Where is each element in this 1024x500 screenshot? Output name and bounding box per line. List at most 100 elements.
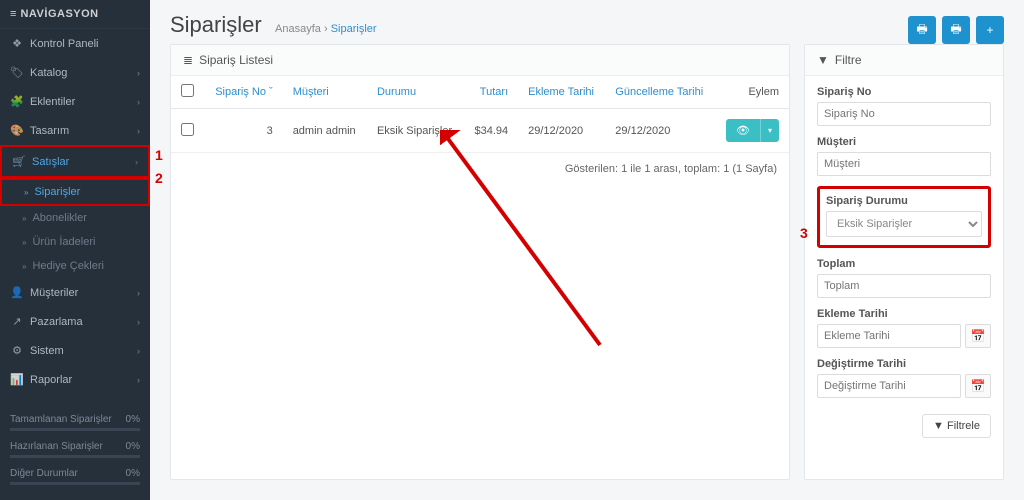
col-date-modified[interactable]: Güncelleme Tarihi bbox=[605, 76, 715, 109]
view-order-button[interactable]: 👁▾ bbox=[726, 119, 779, 142]
breadcrumb-home[interactable]: Anasayfa bbox=[275, 23, 321, 35]
nav-icon: 🧩 bbox=[10, 95, 24, 108]
shipping-button[interactable]: 🖶 bbox=[942, 16, 970, 44]
filter-date-modified-label: Değiştirme Tarihi bbox=[817, 358, 991, 370]
gauge: Tamamlanan Siparişler0% bbox=[10, 414, 140, 431]
nav-label: Sistem bbox=[30, 345, 64, 357]
nav-icon: ↗ bbox=[10, 315, 24, 328]
col-total[interactable]: Tutarı bbox=[464, 76, 518, 109]
col-action: Eylem bbox=[715, 76, 789, 109]
pagination-summary: Gösterilen: 1 ile 1 arası, toplam: 1 (1 … bbox=[171, 153, 789, 185]
funnel-icon: ▼ bbox=[817, 53, 829, 67]
cell-total: $34.94 bbox=[464, 109, 518, 153]
nav-sub-label: Abonelikler bbox=[32, 212, 86, 224]
filter-customer-input[interactable] bbox=[817, 152, 991, 176]
chevron-right-icon: › bbox=[137, 97, 140, 107]
print-icon: 🖶 bbox=[916, 20, 927, 41]
filter-date-added-input[interactable] bbox=[817, 324, 961, 348]
add-button[interactable]: + bbox=[976, 16, 1004, 44]
cell-status: Eksik Siparişler bbox=[367, 109, 464, 153]
filter-panel: ▼ Filtre Sipariş No Müşteri Sipariş Duru… bbox=[804, 44, 1004, 480]
bullet-icon: » bbox=[22, 262, 26, 271]
cell-date-added: 29/12/2020 bbox=[518, 109, 605, 153]
nav-icon: 🛒 bbox=[12, 155, 26, 168]
chevron-right-icon: › bbox=[137, 317, 140, 327]
nav-sub-label: Ürün İadeleri bbox=[32, 236, 95, 248]
filter-status-select[interactable]: Eksik Siparişler bbox=[826, 211, 982, 237]
nav-label: Tasarım bbox=[30, 125, 69, 137]
sidebar-item-kontrol-paneli[interactable]: ❖Kontrol Paneli bbox=[0, 29, 150, 58]
bullet-icon: » bbox=[22, 238, 26, 247]
nav-icon: 👤 bbox=[10, 286, 24, 299]
cell-order-id: 3 bbox=[204, 109, 283, 153]
col-order-no[interactable]: Sipariş No ˇ bbox=[204, 76, 283, 109]
breadcrumb-current[interactable]: Siparişler bbox=[331, 23, 377, 35]
gauge: Diğer Durumlar0% bbox=[10, 468, 140, 485]
print-icon: 🖶 bbox=[950, 20, 961, 41]
table-row: 3admin adminEksik Siparişler$34.9429/12/… bbox=[171, 109, 789, 153]
list-icon: ≣ bbox=[183, 53, 193, 67]
filter-date-modified-input[interactable] bbox=[817, 374, 961, 398]
sidebar-item-tasarım[interactable]: 🎨 Tasarım › bbox=[0, 116, 150, 145]
order-list-panel: ≣ Sipariş Listesi Sipariş No ˇ Müşteri D… bbox=[170, 44, 790, 480]
nav-label: Pazarlama bbox=[30, 316, 83, 328]
nav-title: ≡ NAVİGASYON bbox=[0, 0, 150, 29]
filter-total-label: Toplam bbox=[817, 258, 991, 270]
filter-date-added-label: Ekleme Tarihi bbox=[817, 308, 991, 320]
nav-label: Müşteriler bbox=[30, 287, 78, 299]
sidebar-item-satışlar[interactable]: 🛒 Satışlar › bbox=[0, 145, 150, 178]
sidebar-item-raporlar[interactable]: 📊Raporlar› bbox=[0, 365, 150, 394]
nav-icon: 🎨 bbox=[10, 124, 24, 137]
calendar-icon[interactable]: 📅 bbox=[965, 324, 991, 348]
page-title: Siparişler bbox=[170, 12, 262, 38]
chevron-right-icon: › bbox=[137, 288, 140, 298]
col-customer[interactable]: Müşteri bbox=[283, 76, 367, 109]
calendar-icon[interactable]: 📅 bbox=[965, 374, 991, 398]
filter-orderno-label: Sipariş No bbox=[817, 86, 991, 98]
filter-title: Filtre bbox=[835, 53, 862, 67]
nav-icon: 📊 bbox=[10, 373, 24, 386]
bullet-icon: » bbox=[24, 188, 28, 197]
select-all-checkbox[interactable] bbox=[181, 84, 194, 97]
cell-date-modified: 29/12/2020 bbox=[605, 109, 715, 153]
chevron-right-icon: › bbox=[137, 68, 140, 78]
gauge: Hazırlanan Siparişler0% bbox=[10, 441, 140, 458]
col-date-added[interactable]: Ekleme Tarihi bbox=[518, 76, 605, 109]
nav-sub-label: Hediye Çekleri bbox=[32, 260, 104, 272]
filter-customer-label: Müşteri bbox=[817, 136, 991, 148]
filter-status-label: Sipariş Durumu bbox=[826, 195, 982, 207]
sidebar-subitem-ürün-i̇adeleri[interactable]: » Ürün İadeleri bbox=[0, 230, 150, 254]
panel-title: Sipariş Listesi bbox=[199, 53, 273, 67]
nav-label: Katalog bbox=[30, 67, 67, 79]
chevron-right-icon: › bbox=[137, 126, 140, 136]
sidebar-item-katalog[interactable]: 🏷 Katalog › bbox=[0, 58, 150, 87]
chevron-right-icon: › bbox=[137, 346, 140, 356]
dropdown-caret[interactable]: ▾ bbox=[760, 119, 779, 142]
cell-customer: admin admin bbox=[283, 109, 367, 153]
funnel-icon: ▼ bbox=[933, 420, 944, 432]
sidebar-item-pazarlama[interactable]: ↗ Pazarlama › bbox=[0, 307, 150, 336]
sidebar: ≡ NAVİGASYON ❖Kontrol Paneli🏷Katalog›🧩Ek… bbox=[0, 0, 150, 500]
chevron-right-icon: › bbox=[137, 375, 140, 385]
sidebar-item-eklentiler[interactable]: 🧩Eklentiler› bbox=[0, 87, 150, 116]
bullet-icon: » bbox=[22, 214, 26, 223]
plus-icon: + bbox=[986, 23, 993, 37]
filter-orderno-input[interactable] bbox=[817, 102, 991, 126]
col-status[interactable]: Durumu bbox=[367, 76, 464, 109]
chevron-right-icon: › bbox=[135, 157, 138, 167]
eye-icon: 👁 bbox=[736, 124, 750, 137]
sidebar-item-müşteriler[interactable]: 👤 Müşteriler › bbox=[0, 278, 150, 307]
invoice-button[interactable]: 🖶 bbox=[908, 16, 936, 44]
sidebar-subitem-hediye-çekleri[interactable]: » Hediye Çekleri bbox=[0, 254, 150, 278]
nav-label: Satışlar bbox=[32, 156, 69, 168]
row-checkbox[interactable] bbox=[181, 123, 194, 136]
nav-label: Kontrol Paneli bbox=[30, 38, 99, 50]
breadcrumb-sep: › bbox=[324, 23, 328, 35]
sidebar-item-sistem[interactable]: ⚙Sistem› bbox=[0, 336, 150, 365]
nav-icon: 🏷 bbox=[10, 66, 24, 79]
sidebar-subitem-siparişler[interactable]: »Siparişler bbox=[0, 178, 150, 206]
breadcrumb: Anasayfa › Siparişler bbox=[275, 23, 377, 35]
sidebar-subitem-abonelikler[interactable]: » Abonelikler bbox=[0, 206, 150, 230]
filter-submit-button[interactable]: ▼ Filtrele bbox=[922, 414, 991, 438]
filter-total-input[interactable] bbox=[817, 274, 991, 298]
